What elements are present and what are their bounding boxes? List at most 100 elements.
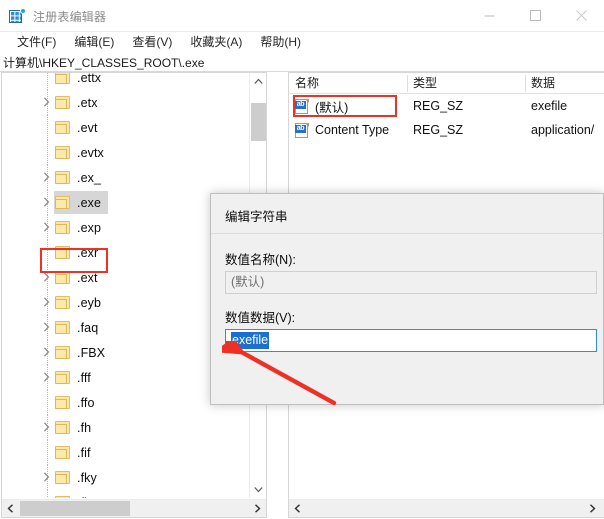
tree-item[interactable]: .fl3: [2, 490, 250, 498]
folder-icon: [55, 196, 70, 209]
scroll-left-icon[interactable]: [2, 500, 19, 517]
column-data[interactable]: 数据: [525, 73, 604, 94]
tree-item-label: .eyb: [77, 296, 101, 310]
tree-item-label: .evt: [77, 121, 98, 135]
chevron-right-icon[interactable]: [43, 97, 54, 108]
tree-item[interactable]: .fif: [2, 440, 250, 465]
menu-bar: 文件(F) 编辑(E) 查看(V) 收藏夹(A) 帮助(H): [0, 32, 604, 52]
folder-icon: [55, 221, 70, 234]
folder-icon: [55, 271, 70, 284]
folder-icon: [55, 246, 70, 259]
column-type[interactable]: 类型: [407, 73, 525, 94]
chevron-right-icon[interactable]: [43, 372, 54, 383]
menu-file[interactable]: 文件(F): [8, 32, 65, 52]
tree-guide-line: [47, 115, 48, 140]
tree-item-label: .ex_: [77, 171, 101, 185]
tree-guide-line: [47, 390, 48, 415]
chevron-right-icon[interactable]: [43, 472, 54, 483]
list-horizontal-scrollbar[interactable]: [289, 499, 604, 517]
values-column-header: 名称 类型 数据: [289, 73, 604, 94]
tree-item[interactable]: .ettx: [2, 73, 250, 90]
registry-editor-window: 注册表编辑器 文件(F) 编辑(E) 查看(V) 收藏夹(A) 帮助(H) 计算…: [0, 0, 604, 519]
folder-icon: [55, 296, 70, 309]
tree-item-label: .faq: [77, 321, 98, 335]
tree-item-label: .exr: [77, 246, 98, 260]
menu-help[interactable]: 帮助(H): [251, 32, 310, 52]
chevron-right-icon[interactable]: [43, 347, 54, 358]
chevron-right-icon[interactable]: [43, 197, 54, 208]
tree-item[interactable]: .evtx: [2, 140, 250, 165]
folder-icon: [55, 171, 70, 184]
tree-guide-line: [47, 490, 48, 498]
chevron-right-icon[interactable]: [43, 322, 54, 333]
chevron-right-icon[interactable]: [43, 172, 54, 183]
tree-guide-line: [47, 73, 48, 90]
string-value-icon: ab: [295, 123, 309, 138]
maximize-icon[interactable]: [512, 0, 558, 31]
tree-item[interactable]: .evt: [2, 115, 250, 140]
value-data-cell: exefile: [531, 99, 567, 113]
tree-item-label: .fif: [77, 446, 91, 460]
folder-icon: [55, 96, 70, 109]
tree-item-label: .etx: [77, 96, 98, 110]
value-row[interactable]: ab (默认) REG_SZ exefile: [289, 94, 604, 118]
title-bar: 注册表编辑器: [0, 0, 604, 32]
list-scroll-left-icon[interactable]: [289, 500, 306, 517]
folder-icon: [55, 146, 70, 159]
tree-item-label: .exp: [77, 221, 101, 235]
tree-item[interactable]: .fky: [2, 465, 250, 490]
chevron-right-icon[interactable]: [43, 297, 54, 308]
chevron-right-icon[interactable]: [43, 422, 54, 433]
column-name[interactable]: 名称: [289, 73, 407, 94]
tree-item-label: .ffo: [77, 396, 95, 410]
tree-item-label: .fl3: [77, 496, 94, 499]
close-icon[interactable]: [558, 0, 604, 31]
tree-item[interactable]: .ex_: [2, 165, 250, 190]
folder-icon: [55, 371, 70, 384]
window-controls: [466, 0, 604, 31]
tree-item[interactable]: .etx: [2, 90, 250, 115]
value-data-cell: application/: [531, 123, 594, 137]
menu-favorites[interactable]: 收藏夹(A): [181, 32, 251, 52]
tree-item[interactable]: .fh: [2, 415, 250, 440]
value-name-input[interactable]: (默认): [225, 271, 597, 294]
chevron-right-icon[interactable]: [43, 272, 54, 283]
value-name-cell: Content Type: [315, 123, 389, 137]
tree-guide-line: [47, 440, 48, 465]
tree-item-label: .ext: [77, 271, 98, 285]
value-type-cell: REG_SZ: [413, 99, 463, 113]
folder-icon: [55, 121, 70, 134]
list-scroll-right-icon[interactable]: [584, 500, 601, 517]
folder-icon: [55, 346, 70, 359]
value-type-cell: REG_SZ: [413, 123, 463, 137]
value-name-cell: (默认): [315, 97, 348, 116]
folder-icon: [55, 73, 70, 84]
tree-hscroll-thumb[interactable]: [20, 501, 130, 516]
chevron-right-icon[interactable]: [43, 222, 54, 233]
address-path: 计算机\HKEY_CLASSES_ROOT\.exe: [3, 54, 204, 71]
tree-scroll-thumb[interactable]: [251, 103, 266, 141]
folder-icon: [55, 396, 70, 409]
scroll-down-icon[interactable]: [250, 481, 267, 498]
annotation-arrow: [222, 341, 342, 407]
value-data-label: 数值数据(V):: [225, 307, 295, 326]
tree-guide-line: [47, 140, 48, 165]
tree-horizontal-scrollbar[interactable]: [2, 499, 266, 517]
scroll-right-icon[interactable]: [249, 500, 266, 517]
value-row[interactable]: ab Content Type REG_SZ application/: [289, 118, 604, 142]
tree-item-label: .evtx: [77, 146, 104, 160]
string-value-icon: ab: [295, 99, 309, 114]
tree-item-label: .fh: [77, 421, 91, 435]
folder-icon: [55, 471, 70, 484]
address-bar[interactable]: 计算机\HKEY_CLASSES_ROOT\.exe: [0, 53, 604, 72]
dialog-title-divider: [211, 233, 604, 234]
minimize-icon[interactable]: [466, 0, 512, 31]
menu-view[interactable]: 查看(V): [123, 32, 181, 52]
scroll-up-icon[interactable]: [250, 73, 267, 90]
menu-edit[interactable]: 编辑(E): [65, 32, 123, 52]
tree-item-label: .fff: [77, 371, 91, 385]
folder-icon: [55, 321, 70, 334]
window-title: 注册表编辑器: [33, 8, 106, 25]
tree-item-label: .fky: [77, 471, 97, 485]
folder-icon: [55, 421, 70, 434]
